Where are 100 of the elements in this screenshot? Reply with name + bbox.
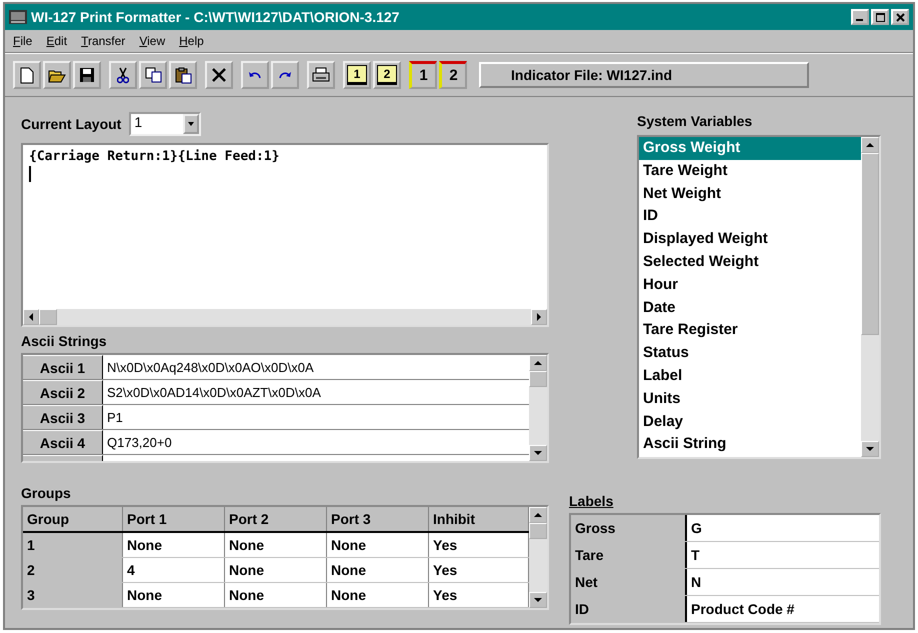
list-item[interactable]: Hour [639,274,861,297]
table-cell[interactable]: G [687,515,879,541]
list-item[interactable]: Selected Weight [639,250,861,274]
current-layout-label: Current Layout [21,116,122,132]
list-item[interactable]: Tare Register [639,319,861,342]
format-text: {Carriage Return:1}{Line Feed:1} [29,149,280,164]
cut-button[interactable] [109,61,137,89]
text-cursor [29,166,31,182]
list-item[interactable]: Net Weight [639,182,861,206]
list-item[interactable]: Date [639,296,861,320]
scroll-arrow-button[interactable] [529,445,547,461]
groups-label: Groups [21,485,72,501]
down-arrow-icon[interactable] [534,450,542,456]
row-header: Net [571,569,687,595]
numbered-button[interactable]: 1 [409,61,437,89]
undo-icon [248,70,262,80]
list-item[interactable]: Gross Weight [639,137,861,160]
scroll-thumb[interactable] [529,523,547,539]
menu-item[interactable]: Edit [46,34,68,48]
clipboard-icon [174,66,192,84]
table-cell[interactable]: S2\x0D\x0AD14\x0D\x0AZT\x0D\x0A [103,380,529,404]
maximize-icon [876,12,884,22]
scissors-icon [117,66,129,84]
table-cell[interactable]: Q173,20+0 [103,430,529,454]
folder-icon [48,68,66,82]
scroll-arrow-button[interactable] [861,137,879,153]
scroll-arrow-button[interactable] [529,592,547,608]
delete-button[interactable] [205,61,233,89]
column-header: Inhibit [429,507,529,531]
scroll-arrow-button[interactable] [531,309,547,325]
system-variables-label: System Variables [637,113,754,129]
down-arrow-icon[interactable] [866,446,874,452]
maximize-button[interactable] [871,9,889,25]
layout-dropdown[interactable]: 1 [129,112,202,136]
list-item[interactable]: Label [639,364,861,388]
print-button[interactable] [307,61,335,89]
monitor-button[interactable]: 1 [343,61,371,89]
list-item[interactable]: Status [639,342,861,365]
row-header: Tare [571,542,687,568]
scroll-arrow-button[interactable] [529,507,547,523]
right-arrow-icon[interactable] [536,313,542,321]
up-arrow-icon[interactable] [866,142,874,148]
paste-button[interactable] [169,61,197,89]
format-text-editor[interactable]: {Carriage Return:1}{Line Feed:1} [21,143,549,327]
list-item[interactable]: Ascii String [639,433,861,456]
row-header: 2 [23,558,123,582]
list-item[interactable]: Units [639,388,861,411]
dropdown-arrow-icon[interactable] [188,122,194,126]
up-arrow-icon[interactable] [534,360,542,366]
printer-icon [312,67,330,83]
left-arrow-icon[interactable] [28,313,34,321]
window-title: WI-127 Print Formatter - C:\WT\WI127\DAT\ORION-3.127 [31,9,400,25]
up-arrow-icon[interactable] [534,512,542,518]
row-header: 1 [23,533,123,557]
list-item[interactable]: Delay [639,410,861,434]
scroll-arrow-button[interactable] [23,309,39,325]
table-cell[interactable]: N\x0D\x0Aq248\x0D\x0AO\x0D\x0A [103,355,529,379]
list-item[interactable]: ID [639,205,861,228]
redo-button[interactable] [271,61,299,89]
labels-label: Labels [569,493,614,509]
new-button[interactable] [13,61,41,89]
horizontal-scrollbar[interactable] [23,309,547,325]
monitor-button[interactable]: 2 [373,61,401,89]
table-cell[interactable]: T [687,542,879,568]
copy-button[interactable] [139,61,167,89]
down-arrow-icon[interactable] [534,597,542,603]
scroll-thumb[interactable] [529,371,547,387]
column-header: Port 1 [123,507,225,531]
page-icon [20,66,34,84]
vertical-scrollbar[interactable] [529,507,547,608]
menu-item[interactable]: File [13,34,32,48]
row-header: Ascii 2 [23,380,103,404]
column-header: Group [23,507,123,531]
row-header: Ascii 3 [23,405,103,429]
vertical-scrollbar[interactable] [861,137,879,457]
undo-button[interactable] [241,61,269,89]
row-header: 3 [23,583,123,607]
list-item[interactable]: Tare Weight [639,160,861,183]
row-header: ID [571,596,687,622]
close-button[interactable] [891,9,909,25]
list-item[interactable]: Displayed Weight [639,228,861,251]
table-cell[interactable]: Product Code # [687,596,879,622]
numbered-button[interactable]: 2 [439,61,467,89]
table-cell[interactable]: P1 [103,405,529,429]
scroll-arrow-button[interactable] [861,441,879,457]
row-header: Ascii 1 [23,355,103,379]
scroll-arrow-button[interactable] [529,355,547,371]
table-cell[interactable]: N [687,569,879,595]
indicator-file-label: Indicator File: WI127.ind [479,62,809,88]
ascii-strings-label: Ascii Strings [21,333,108,349]
open-button[interactable] [43,61,71,89]
menu-item[interactable]: View [139,34,166,48]
minimize-button[interactable] [851,9,869,25]
scroll-thumb[interactable] [39,309,57,325]
scroll-thumb[interactable] [861,153,879,335]
save-button[interactable] [73,61,101,89]
menu-item[interactable]: Transfer [81,34,126,48]
menu-item[interactable]: Help [179,34,204,48]
redo-icon [278,70,292,80]
vertical-scrollbar[interactable] [529,355,547,461]
